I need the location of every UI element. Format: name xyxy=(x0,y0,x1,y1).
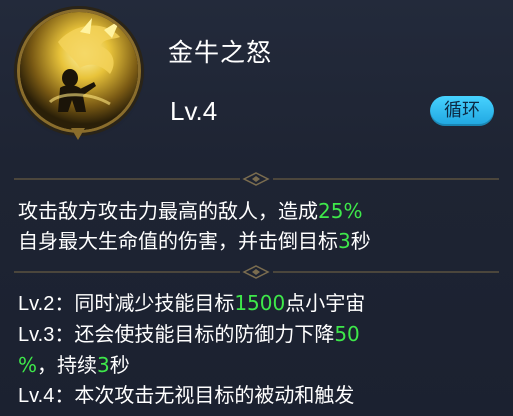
description-line: 自身最大生命值的伤害，并击倒目标3秒 xyxy=(18,226,498,256)
level-text: 秒 xyxy=(109,353,130,377)
skill-tooltip-panel: 金牛之怒 Lv.4 循环 攻击敌方攻击力最高的敌人，造成25% 自身最大生命值的… xyxy=(0,0,513,416)
description-line: 攻击敌方攻击力最高的敌人，造成25% xyxy=(18,196,498,226)
skill-icon xyxy=(20,12,138,130)
level-upgrade-item: Lv.4：本次攻击无视目标的被动和触发 xyxy=(18,380,498,411)
icon-frame-pin xyxy=(71,128,85,140)
level-text: 本次攻击无视目标的被动和触发 xyxy=(74,383,355,407)
knockdown-seconds-value: 3 xyxy=(338,229,351,253)
description-text: 秒 xyxy=(350,229,371,253)
golden-bull-rage-icon xyxy=(20,12,138,130)
percent-sign: % xyxy=(18,353,38,377)
section-divider xyxy=(14,265,499,279)
duration-seconds-value: 3 xyxy=(97,353,110,377)
skill-level: Lv.4 xyxy=(170,96,218,126)
level-text: ，持续 xyxy=(37,353,98,377)
level-upgrade-item: Lv.2：同时减少技能目标1500点小宇宙 xyxy=(18,288,498,319)
level-upgrade-item: Lv.3：还会使技能目标的防御力下降50 xyxy=(18,319,498,350)
skill-name: 金牛之怒 xyxy=(168,38,273,67)
section-divider xyxy=(14,172,499,186)
level-tag: Lv.4： xyxy=(18,385,75,407)
level-upgrade-item-continued: %，持续3秒 xyxy=(18,350,498,380)
level-text: 点小宇宙 xyxy=(285,291,366,315)
level-text: 同时减少技能目标 xyxy=(74,291,235,315)
level-tag: Lv.2： xyxy=(18,293,75,315)
level-text: 还会使技能目标的防御力下降 xyxy=(74,322,335,346)
level-upgrades-list: Lv.2：同时减少技能目标1500点小宇宙 Lv.3：还会使技能目标的防御力下降… xyxy=(18,288,498,411)
defense-reduction-value: 50 xyxy=(334,322,360,346)
level-tag: Lv.3： xyxy=(18,324,75,346)
cosmo-reduction-value: 1500 xyxy=(234,291,286,315)
damage-percent-value: 25% xyxy=(318,199,363,223)
skill-description: 攻击敌方攻击力最高的敌人，造成25% 自身最大生命值的伤害，并击倒目标3秒 xyxy=(18,196,498,256)
description-text: 自身最大生命值的伤害，并击倒目标 xyxy=(18,229,338,253)
cycle-badge: 循环 xyxy=(430,96,494,126)
description-text: 攻击敌方攻击力最高的敌人，造成 xyxy=(18,199,318,223)
